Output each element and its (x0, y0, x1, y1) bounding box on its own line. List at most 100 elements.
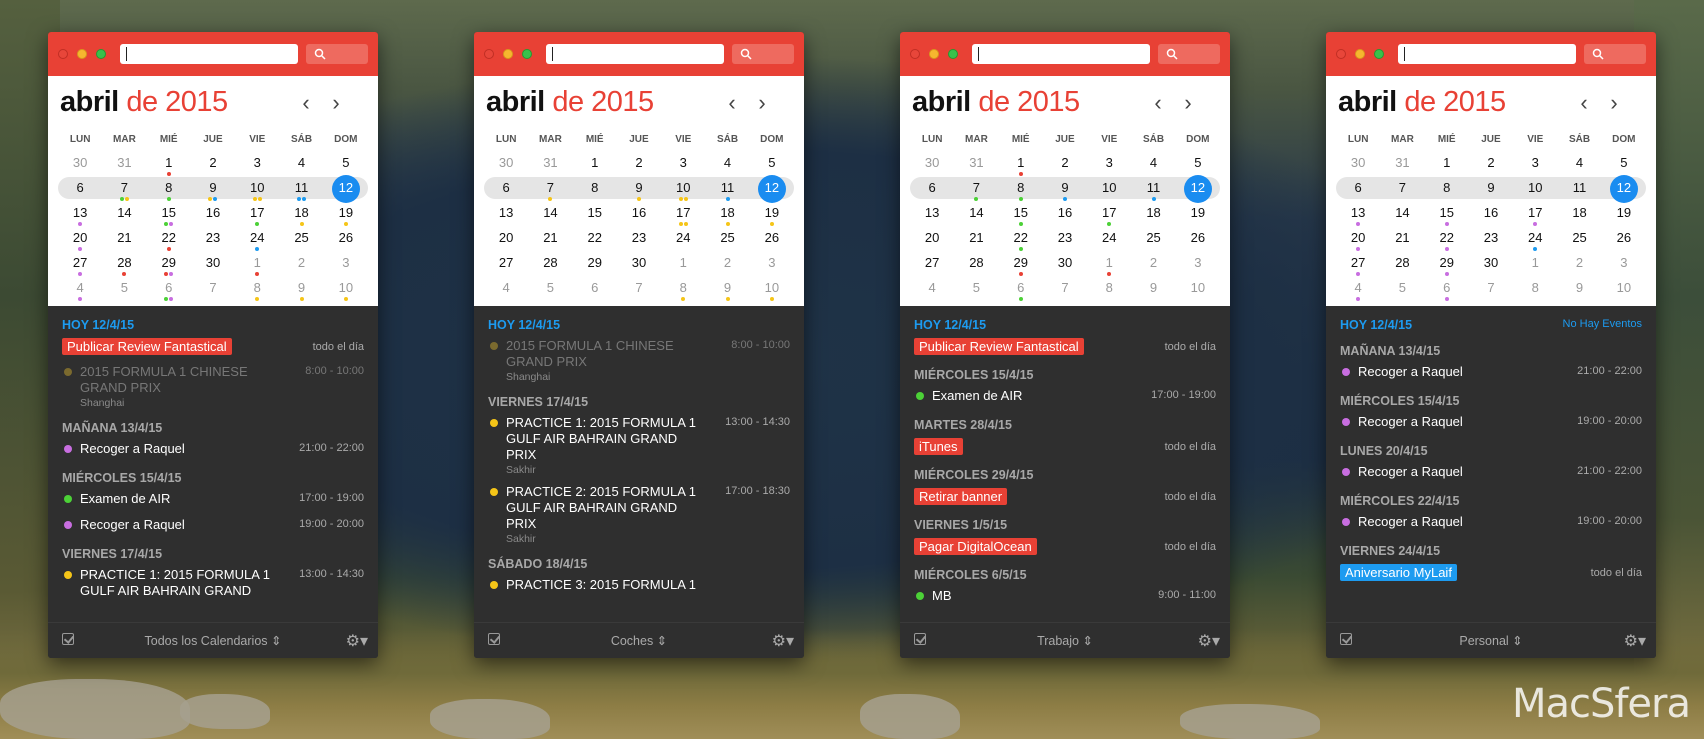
day-cell[interactable]: 11 (1131, 175, 1175, 201)
day-cell[interactable]: 12 (1602, 175, 1646, 203)
day-cell[interactable]: 30 (1336, 150, 1380, 175)
day-cell[interactable]: 4 (1336, 275, 1380, 301)
day-cell[interactable]: 22 (1425, 225, 1469, 251)
day-cell[interactable]: 2 (617, 150, 661, 175)
day-cell[interactable]: 7 (954, 175, 998, 201)
day-cell[interactable]: 8 (1087, 275, 1131, 300)
day-cell[interactable]: 3 (1087, 150, 1131, 175)
day-cell[interactable]: 2 (1043, 150, 1087, 175)
day-cell[interactable]: 1 (235, 250, 279, 276)
day-cell[interactable]: 3 (661, 150, 705, 175)
calendar-set-selector[interactable]: Personal ⇕ (1326, 633, 1656, 648)
day-cell[interactable]: 9 (191, 175, 235, 201)
day-cell[interactable]: 22 (573, 225, 617, 250)
day-cell[interactable]: 18 (705, 200, 749, 226)
day-cell[interactable]: 17 (1087, 200, 1131, 226)
day-cell[interactable]: 25 (1131, 225, 1175, 250)
day-cell[interactable]: 20 (910, 225, 954, 250)
zoom-button[interactable] (522, 49, 532, 59)
event-item[interactable]: PRACTICE 1: 2015 FORMULA 1 GULF AIR BAHR… (488, 415, 790, 476)
calendar-set-selector[interactable]: Coches ⇕ (474, 633, 804, 648)
day-cell[interactable]: 2 (279, 250, 323, 275)
day-cell[interactable]: 9 (1557, 275, 1601, 300)
day-cell[interactable]: 29 (1425, 250, 1469, 276)
event-item[interactable]: MB 9:00 - 11:00 (914, 588, 1216, 606)
day-cell[interactable]: 17 (661, 200, 705, 226)
minimize-button[interactable] (929, 49, 939, 59)
day-cell[interactable]: 22 (999, 225, 1043, 251)
day-cell[interactable]: 2 (705, 250, 749, 275)
day-cell[interactable]: 7 (1043, 275, 1087, 300)
day-cell[interactable]: 25 (1557, 225, 1601, 250)
day-cell[interactable]: 24 (661, 225, 705, 250)
day-cell[interactable]: 9 (617, 175, 661, 201)
day-cell[interactable]: 16 (1043, 200, 1087, 225)
day-cell[interactable]: 2 (191, 150, 235, 175)
day-cell[interactable]: 15 (1425, 200, 1469, 226)
day-cell[interactable]: 8 (147, 175, 191, 201)
event-item[interactable]: Recoger a Raquel 19:00 - 20:00 (1340, 514, 1642, 532)
day-cell[interactable]: 27 (58, 250, 102, 276)
day-cell[interactable]: 9 (1469, 175, 1513, 200)
day-cell[interactable]: 11 (279, 175, 323, 201)
day-cell[interactable]: 4 (705, 150, 749, 175)
event-item[interactable]: 2015 FORMULA 1 CHINESE GRAND PRIX 8:00 - … (62, 364, 364, 409)
day-cell[interactable]: 9 (1131, 275, 1175, 300)
day-cell[interactable]: 3 (750, 250, 794, 275)
event-item[interactable]: Examen de AIR 17:00 - 19:00 (62, 491, 364, 509)
event-item[interactable]: iTunes todo el día (914, 438, 1216, 456)
search-button[interactable] (1584, 44, 1646, 64)
day-cell[interactable]: 6 (999, 275, 1043, 301)
day-cell[interactable]: 31 (102, 150, 146, 175)
day-cell[interactable]: 8 (1425, 175, 1469, 200)
day-cell[interactable]: 28 (954, 250, 998, 275)
day-cell[interactable]: 3 (235, 150, 279, 175)
day-cell[interactable]: 5 (954, 275, 998, 300)
day-cell[interactable]: 29 (999, 250, 1043, 276)
day-cell[interactable]: 30 (1469, 250, 1513, 275)
day-cell[interactable]: 30 (484, 150, 528, 175)
day-cell[interactable]: 15 (999, 200, 1043, 226)
zoom-button[interactable] (96, 49, 106, 59)
event-item[interactable]: 2015 FORMULA 1 CHINESE GRAND PRIX 8:00 - … (488, 338, 790, 383)
close-button[interactable] (58, 49, 68, 59)
zoom-button[interactable] (1374, 49, 1384, 59)
day-cell[interactable]: 8 (1513, 275, 1557, 300)
day-cell[interactable]: 3 (1602, 250, 1646, 275)
day-cell[interactable]: 2 (1469, 150, 1513, 175)
day-cell[interactable]: 1 (1513, 250, 1557, 275)
gear-icon[interactable]: ⚙▾ (1198, 631, 1220, 651)
event-item[interactable]: PRACTICE 3: 2015 FORMULA 1 (488, 577, 790, 595)
day-cell[interactable]: 5 (1380, 275, 1424, 300)
day-cell[interactable]: 7 (617, 275, 661, 300)
event-item[interactable]: Examen de AIR 17:00 - 19:00 (914, 388, 1216, 406)
day-cell[interactable]: 20 (58, 225, 102, 251)
event-item[interactable]: Recoger a Raquel 19:00 - 20:00 (62, 517, 364, 535)
day-cell[interactable]: 18 (1131, 200, 1175, 225)
day-cell[interactable]: 8 (661, 275, 705, 301)
day-cell[interactable]: 14 (102, 200, 146, 225)
event-item[interactable]: Recoger a Raquel 21:00 - 22:00 (1340, 464, 1642, 482)
day-cell[interactable]: 19 (750, 200, 794, 226)
day-cell[interactable]: 13 (910, 200, 954, 225)
gear-icon[interactable]: ⚙▾ (1624, 631, 1646, 651)
search-button[interactable] (732, 44, 794, 64)
day-cell[interactable]: 6 (573, 275, 617, 300)
day-cell[interactable]: 14 (1380, 200, 1424, 225)
day-cell[interactable]: 29 (147, 250, 191, 276)
day-cell[interactable]: 16 (1469, 200, 1513, 225)
event-item[interactable]: Pagar DigitalOcean todo el día (914, 538, 1216, 556)
day-cell[interactable]: 4 (1131, 150, 1175, 175)
day-cell[interactable]: 1 (1425, 150, 1469, 175)
day-cell[interactable]: 21 (528, 225, 572, 250)
day-cell[interactable]: 10 (1087, 175, 1131, 200)
day-cell[interactable]: 17 (235, 200, 279, 226)
day-cell[interactable]: 13 (58, 200, 102, 226)
day-cell[interactable]: 16 (617, 200, 661, 225)
day-cell[interactable]: 30 (191, 250, 235, 275)
day-cell[interactable]: 28 (1380, 250, 1424, 275)
day-cell[interactable]: 1 (999, 150, 1043, 176)
day-cell[interactable]: 24 (1087, 225, 1131, 250)
close-button[interactable] (484, 49, 494, 59)
calendar-set-selector[interactable]: Todos los Calendarios ⇕ (48, 633, 378, 648)
